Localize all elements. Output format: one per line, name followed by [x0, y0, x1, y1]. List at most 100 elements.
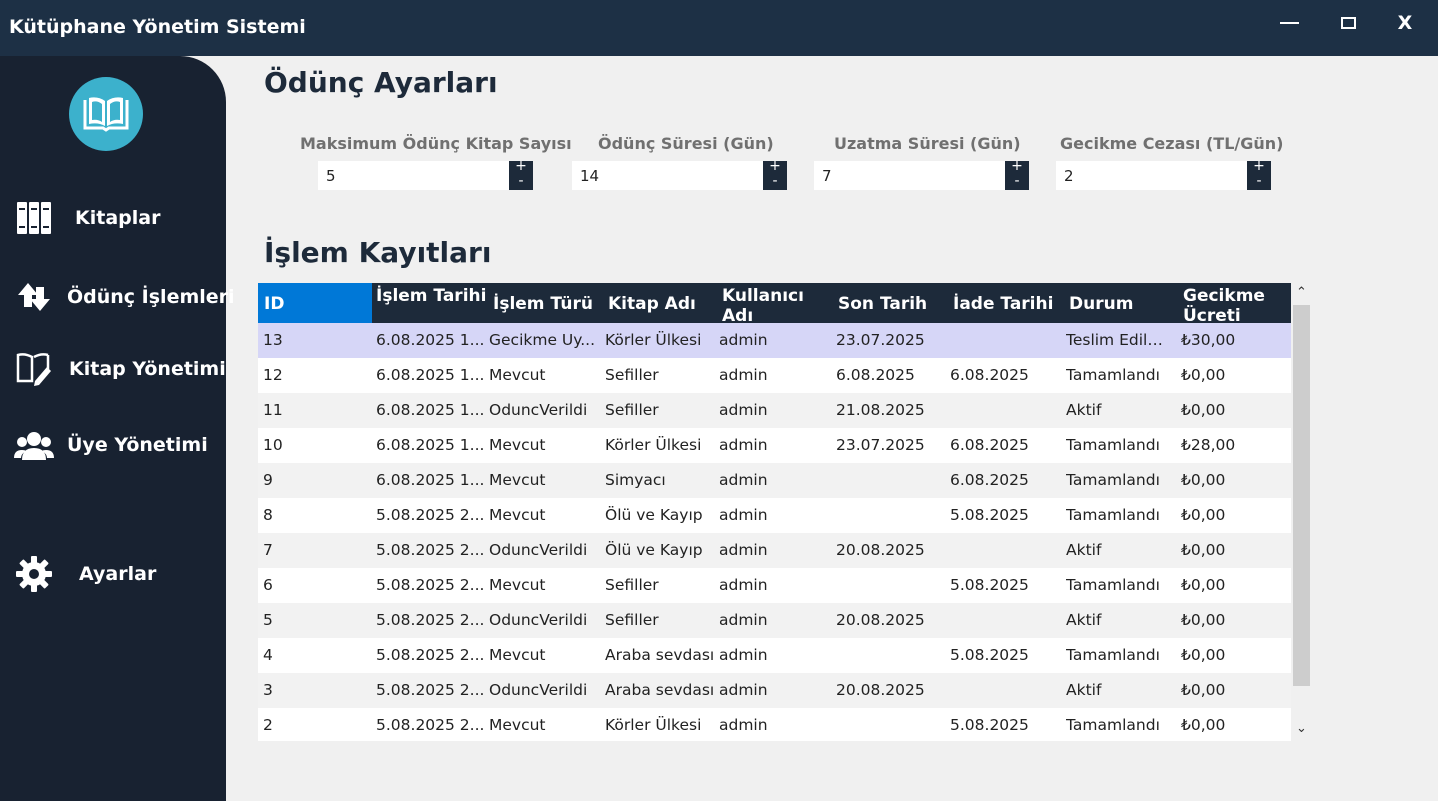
table-cell: 13 — [263, 331, 283, 349]
table-row[interactable]: 3 5.08.2025 2... OduncVerildi Araba sevdası… — [258, 673, 1291, 708]
table-cell: Mevcut — [489, 506, 546, 524]
minimize-icon — [1279, 22, 1299, 24]
table-cell: ₺0,00 — [1181, 506, 1226, 524]
table-cell: admin — [719, 401, 768, 419]
column-header[interactable]: ID — [258, 283, 372, 323]
table-cell: Tamamlandı — [1066, 716, 1160, 734]
sidebar-item-kitaplar[interactable]: Kitaplar — [0, 194, 226, 242]
table-cell: Mevcut — [489, 576, 546, 594]
decrement-button[interactable]: - — [509, 174, 533, 189]
minimize-button[interactable] — [1266, 8, 1312, 38]
table-cell: ₺0,00 — [1181, 646, 1226, 664]
table-scrollbar[interactable]: ⌃ ⌄ — [1291, 283, 1312, 741]
column-header[interactable]: İşlem Tarihi — [372, 283, 487, 323]
table-cell: admin — [719, 716, 768, 734]
table-cell: ₺0,00 — [1181, 716, 1226, 734]
table-row[interactable]: 9 6.08.2025 1... Mevcut Simyacı admin 6.08.20… — [258, 463, 1291, 498]
table-row[interactable]: 4 5.08.2025 2... Mevcut Araba sevdası admin 5… — [258, 638, 1291, 673]
max-borrow-input[interactable] — [318, 161, 509, 190]
borrow-period-input[interactable] — [572, 161, 763, 190]
close-button[interactable]: X — [1382, 8, 1428, 38]
late-fee-stepper[interactable]: + - — [1247, 159, 1271, 190]
maximize-icon — [1340, 17, 1356, 29]
records-table[interactable]: ID İşlem Tarihi İşlem Türü Kitap Adı Kullanı… — [258, 283, 1291, 741]
late-fee-input[interactable] — [1056, 161, 1247, 190]
table-cell: Tamamlandı — [1066, 506, 1160, 524]
table-cell: 23.07.2025 — [836, 331, 925, 349]
scroll-down-button[interactable]: ⌄ — [1291, 721, 1312, 739]
table-cell: admin — [719, 366, 768, 384]
increment-button[interactable]: + — [509, 159, 533, 174]
table-cell: Tamamlandı — [1066, 646, 1160, 664]
table-cell: 20.08.2025 — [836, 611, 925, 629]
column-header[interactable]: Gecikme Ücreti — [1177, 283, 1291, 323]
sidebar-item-label: Ödünç İşlemleri — [67, 286, 235, 308]
column-header[interactable]: Kitap Adı — [601, 283, 716, 323]
table-cell: ₺0,00 — [1181, 681, 1226, 699]
table-cell: OduncVerildi — [489, 401, 588, 419]
table-cell: admin — [719, 436, 768, 454]
increment-button[interactable]: + — [1247, 159, 1271, 174]
table-row[interactable]: 8 5.08.2025 2... Mevcut Ölü ve Kayıp admin 5.… — [258, 498, 1291, 533]
sidebar-item-uye-yonetimi[interactable]: Üye Yönetimi — [0, 421, 226, 469]
table-row[interactable]: 10 6.08.2025 1... Mevcut Körler Ülkesi admin… — [258, 428, 1291, 463]
table-cell: admin — [719, 646, 768, 664]
table-cell: 6.08.2025 1... — [376, 401, 485, 419]
table-cell: 5.08.2025 2... — [376, 506, 485, 524]
decrement-button[interactable]: - — [763, 174, 787, 189]
borrow-period-stepper[interactable]: + - — [763, 159, 787, 190]
table-row[interactable]: 2 5.08.2025 2... Mevcut Körler Ülkesi admin 5… — [258, 708, 1291, 741]
table-row[interactable]: 12 6.08.2025 1... Mevcut Sefiller admin 6.08.… — [258, 358, 1291, 393]
page-title: Ödünç Ayarları — [264, 66, 498, 99]
table-row[interactable]: 11 6.08.2025 1... OduncVerildi Sefiller admi… — [258, 393, 1291, 428]
table-cell: 3 — [263, 681, 273, 699]
table-cell: 5 — [263, 611, 273, 629]
table-cell: 5.08.2025 — [950, 716, 1029, 734]
table-cell: ₺0,00 — [1181, 541, 1226, 559]
window-title: Kütüphane Yönetim Sistemi — [9, 16, 306, 38]
sidebar-item-odunc-islemleri[interactable]: Ödünç İşlemleri — [0, 273, 235, 321]
open-book-icon — [83, 97, 129, 132]
table-cell — [836, 463, 946, 498]
increment-button[interactable]: + — [1005, 159, 1029, 174]
table-cell: ₺0,00 — [1181, 401, 1226, 419]
table-cell: Gecikme Uy... — [489, 331, 596, 349]
table-row[interactable]: 7 5.08.2025 2... OduncVerildi Ölü ve Kayıp a… — [258, 533, 1291, 568]
table-row[interactable]: 5 5.08.2025 2... OduncVerildi Sefiller admin… — [258, 603, 1291, 638]
table-cell: Aktif — [1066, 401, 1102, 419]
column-header[interactable]: İşlem Türü — [487, 283, 601, 323]
column-header[interactable]: Son Tarih — [831, 283, 946, 323]
table-cell: Tamamlandı — [1066, 366, 1160, 384]
table-cell: Aktif — [1066, 611, 1102, 629]
sidebar-item-ayarlar[interactable]: Ayarlar — [0, 550, 226, 598]
table-cell: Mevcut — [489, 471, 546, 489]
table-cell: Teslim Edilm... — [1066, 331, 1177, 349]
max-borrow-stepper[interactable]: + - — [509, 159, 533, 190]
increment-button[interactable]: + — [763, 159, 787, 174]
table-cell: Ölü ve Kayıp — [605, 506, 703, 524]
table-cell: 6.08.2025 1... — [376, 471, 485, 489]
table-cell: Simyacı — [605, 471, 666, 489]
table-row[interactable]: 13 6.08.2025 1... Gecikme Uy... Körler Ülke… — [258, 323, 1291, 358]
column-header[interactable]: Durum — [1062, 283, 1177, 323]
scroll-up-button[interactable]: ⌃ — [1291, 285, 1312, 303]
setting-label: Ödünç Süresi (Gün) — [598, 134, 774, 153]
table-cell — [950, 393, 1062, 428]
column-header[interactable]: İade Tarihi — [946, 283, 1062, 323]
extension-period-input[interactable] — [814, 161, 1005, 190]
column-header[interactable]: Kullanıcı Adı — [716, 283, 831, 323]
table-cell: Sefiller — [605, 576, 659, 594]
table-cell: 6.08.2025 1... — [376, 436, 485, 454]
table-row[interactable]: 6 5.08.2025 2... Mevcut Sefiller admin 5.08.2… — [258, 568, 1291, 603]
sidebar-item-kitap-yonetimi[interactable]: Kitap Yönetimi — [0, 345, 226, 393]
table-cell: Tamamlandı — [1066, 471, 1160, 489]
extension-period-stepper[interactable]: + - — [1005, 159, 1029, 190]
table-cell: Tamamlandı — [1066, 436, 1160, 454]
book-edit-icon — [14, 351, 54, 387]
decrement-button[interactable]: - — [1005, 174, 1029, 189]
maximize-button[interactable] — [1325, 8, 1371, 38]
decrement-button[interactable]: - — [1247, 174, 1271, 189]
scroll-thumb[interactable] — [1293, 305, 1310, 686]
table-cell: 21.08.2025 — [836, 401, 925, 419]
exchange-arrows-icon — [14, 279, 54, 315]
